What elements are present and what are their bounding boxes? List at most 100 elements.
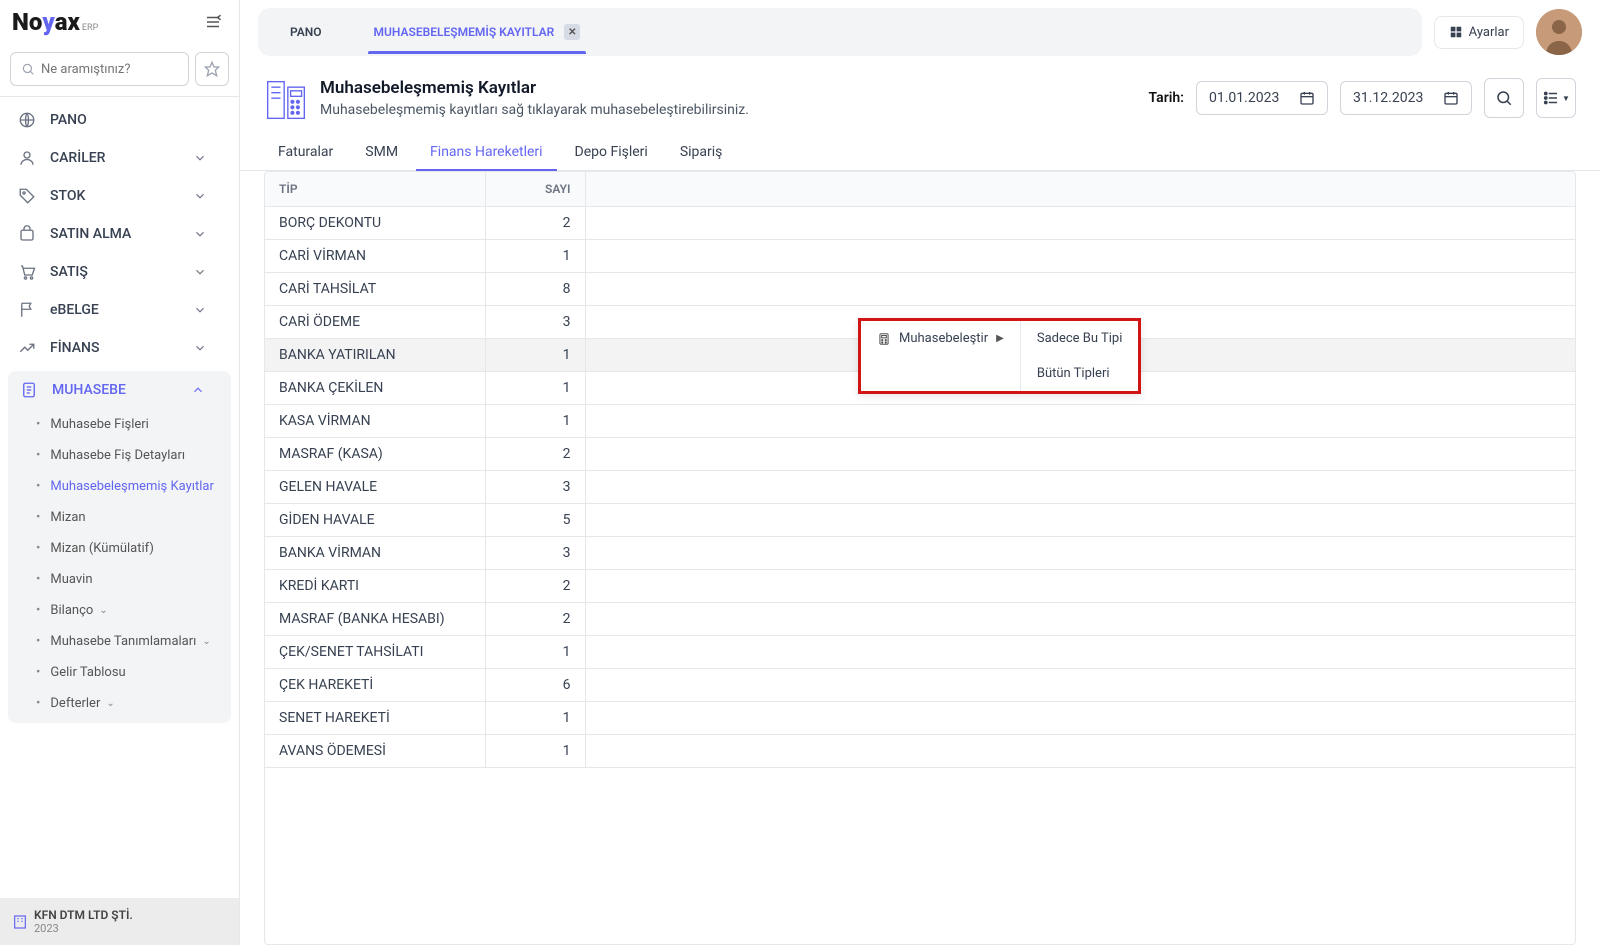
sub-muhasebe-fisleri[interactable]: Muhasebe Fişleri xyxy=(8,409,231,440)
nav-satinalma-label: SATIN ALMA xyxy=(50,226,131,242)
company-bar[interactable]: KFN DTM LTD ŞTİ. 2023 xyxy=(0,898,239,945)
cell-sayi: 1 xyxy=(485,240,585,273)
trend-icon xyxy=(18,339,36,357)
nav-stok[interactable]: STOK xyxy=(6,177,233,215)
cell-tip: AVANS ÖDEMESİ xyxy=(265,735,485,768)
chevron-down-icon xyxy=(193,189,207,203)
nav-satinalma[interactable]: SATIN ALMA xyxy=(6,215,233,253)
table-row[interactable]: GELEN HAVALE3 xyxy=(265,471,1575,504)
nav-muhasebe-label: MUHASEBE xyxy=(52,382,126,398)
calendar-icon xyxy=(1443,90,1459,106)
table-row[interactable]: GİDEN HAVALE5 xyxy=(265,504,1575,537)
sub-defterler[interactable]: Defterler⌄ xyxy=(8,688,231,719)
nav-pano[interactable]: PANO xyxy=(6,101,233,139)
col-tip[interactable]: TİP xyxy=(265,172,485,207)
company-name: KFN DTM LTD ŞTİ. xyxy=(34,908,133,922)
nav-group-muhasebe: MUHASEBE Muhasebe Fişleri Muhasebe Fiş D… xyxy=(8,371,231,723)
table-row[interactable]: BANKA VİRMAN3 xyxy=(265,537,1575,570)
bag-icon xyxy=(18,225,36,243)
cell-tip: KASA VİRMAN xyxy=(265,405,485,438)
cell-empty xyxy=(585,405,1575,438)
table-row[interactable]: AVANS ÖDEMESİ1 xyxy=(265,735,1575,768)
cell-empty xyxy=(585,537,1575,570)
sub-bilanco[interactable]: Bilanço⌄ xyxy=(8,595,231,626)
sub-muhasebe-kayitlar[interactable]: Muhasebeleşmemiş Kayıtlar xyxy=(8,471,231,502)
context-menu: Muhasebeleştir ▶ Sadece Bu Tipi Bütün Ti… xyxy=(858,318,1141,394)
subtab-smm[interactable]: SMM xyxy=(351,134,412,170)
company-year: 2023 xyxy=(34,922,133,935)
table-row[interactable]: BORÇ DEKONTU2 xyxy=(265,207,1575,240)
col-sayi[interactable]: SAYI xyxy=(485,172,585,207)
search-row xyxy=(0,44,239,97)
tab-close-button[interactable]: ✕ xyxy=(564,24,580,40)
chevron-down-icon xyxy=(193,151,207,165)
sub-mizan[interactable]: Mizan xyxy=(8,502,231,533)
search-input[interactable] xyxy=(41,62,178,77)
tab-kayitlar[interactable]: MUHASEBELEŞMEMİŞ KAYITLAR ✕ xyxy=(348,10,607,54)
cell-tip: CARİ ÖDEME xyxy=(265,306,485,339)
ctx-muhasebelestir[interactable]: Muhasebeleştir ▶ xyxy=(861,321,1020,356)
avatar-placeholder xyxy=(1536,9,1582,55)
sub-gelir[interactable]: Gelir Tablosu xyxy=(8,657,231,688)
sub-tanimlamalar[interactable]: Muhasebe Tanımlamaları⌄ xyxy=(8,626,231,657)
records-table: TİP SAYI BORÇ DEKONTU2CARİ VİRMAN1CARİ T… xyxy=(265,172,1575,768)
nav-cariler[interactable]: CARİLER xyxy=(6,139,233,177)
cell-empty xyxy=(585,471,1575,504)
nav: PANO CARİLER STOK SATIN ALMA SATIŞ eBELG… xyxy=(0,97,239,898)
cell-sayi: 3 xyxy=(485,306,585,339)
table-row[interactable]: MASRAF (BANKA HESABI)2 xyxy=(265,603,1575,636)
ctx-butun-tipleri[interactable]: Bütün Tipleri xyxy=(1021,356,1139,391)
chevron-down-icon xyxy=(193,227,207,241)
globe-icon xyxy=(18,111,36,129)
list-options-button[interactable]: ▼ xyxy=(1536,78,1576,118)
settings-button[interactable]: Ayarlar xyxy=(1434,16,1524,49)
nav-satis[interactable]: SATIŞ xyxy=(6,253,233,291)
calculator-icon xyxy=(264,78,308,122)
cell-empty xyxy=(585,438,1575,471)
subtab-siparis[interactable]: Sipariş xyxy=(666,134,737,170)
sidebar-toggle-button[interactable] xyxy=(199,8,227,36)
cell-empty xyxy=(585,240,1575,273)
cell-empty xyxy=(585,273,1575,306)
date-from-input[interactable]: 01.01.2023 xyxy=(1196,81,1328,115)
nav-finans[interactable]: FİNANS xyxy=(6,329,233,367)
table-row[interactable]: KREDİ KARTI2 xyxy=(265,570,1575,603)
cart-icon xyxy=(18,263,36,281)
nav-ebelge[interactable]: eBELGE xyxy=(6,291,233,329)
cell-sayi: 1 xyxy=(485,405,585,438)
submenu-arrow-icon: ▶ xyxy=(996,333,1004,344)
table-row[interactable]: CARİ TAHSİLAT8 xyxy=(265,273,1575,306)
date-to-input[interactable]: 31.12.2023 xyxy=(1340,81,1472,115)
favorites-button[interactable] xyxy=(195,52,229,86)
cell-tip: ÇEK/SENET TAHSİLATI xyxy=(265,636,485,669)
table-row[interactable]: ÇEK HAREKETİ6 xyxy=(265,669,1575,702)
nav-muhasebe[interactable]: MUHASEBE xyxy=(8,371,231,409)
nav-stok-label: STOK xyxy=(50,188,85,204)
sub-mizan-kum[interactable]: Mizan (Kümülatif) xyxy=(8,533,231,564)
sub-muhasebe-fisdetay[interactable]: Muhasebe Fiş Detayları xyxy=(8,440,231,471)
tab-pano[interactable]: PANO xyxy=(264,11,348,53)
cell-empty xyxy=(585,735,1575,768)
subtab-depo[interactable]: Depo Fişleri xyxy=(561,134,662,170)
table-row[interactable]: CARİ VİRMAN1 xyxy=(265,240,1575,273)
company-info: KFN DTM LTD ŞTİ. 2023 xyxy=(34,908,133,935)
calculator-small-icon xyxy=(877,332,891,346)
context-menu-primary: Muhasebeleştir ▶ xyxy=(861,321,1020,391)
table-row[interactable]: ÇEK/SENET TAHSİLATI1 xyxy=(265,636,1575,669)
table-row[interactable]: MASRAF (KASA)2 xyxy=(265,438,1575,471)
cell-tip: BANKA ÇEKİLEN xyxy=(265,372,485,405)
page-title: Muhasebeleşmemiş Kayıtlar xyxy=(320,78,749,98)
search-button[interactable] xyxy=(1484,78,1524,118)
subtab-finans[interactable]: Finans Hareketleri xyxy=(416,134,557,170)
table-row[interactable]: SENET HAREKETİ1 xyxy=(265,702,1575,735)
cell-sayi: 2 xyxy=(485,438,585,471)
subtab-faturalar[interactable]: Faturalar xyxy=(264,134,347,170)
user-avatar[interactable] xyxy=(1536,9,1582,55)
search-box[interactable] xyxy=(10,52,189,86)
cell-sayi: 5 xyxy=(485,504,585,537)
logo-accent: y xyxy=(42,8,54,36)
ctx-sadece-bu-tipi[interactable]: Sadece Bu Tipi xyxy=(1021,321,1139,356)
sub-muavin[interactable]: Muavin xyxy=(8,564,231,595)
table-wrapper: TİP SAYI BORÇ DEKONTU2CARİ VİRMAN1CARİ T… xyxy=(264,171,1576,945)
table-row[interactable]: KASA VİRMAN1 xyxy=(265,405,1575,438)
